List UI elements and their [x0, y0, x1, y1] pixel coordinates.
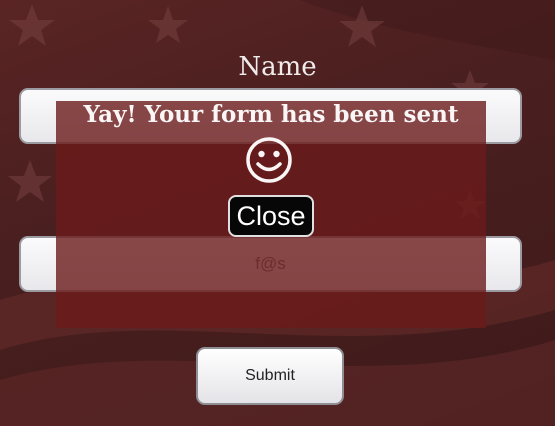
- success-message: Yay! Your form has been sent: [83, 101, 459, 128]
- submit-button[interactable]: Submit: [196, 347, 344, 405]
- success-modal: Yay! Your form has been sent Close: [56, 101, 486, 328]
- close-button[interactable]: Close: [228, 195, 314, 237]
- smiley-face-icon: [246, 137, 292, 183]
- contact-form-page: Name Submit Yay! Your form has been sent…: [0, 0, 555, 426]
- name-label: Name: [238, 52, 317, 82]
